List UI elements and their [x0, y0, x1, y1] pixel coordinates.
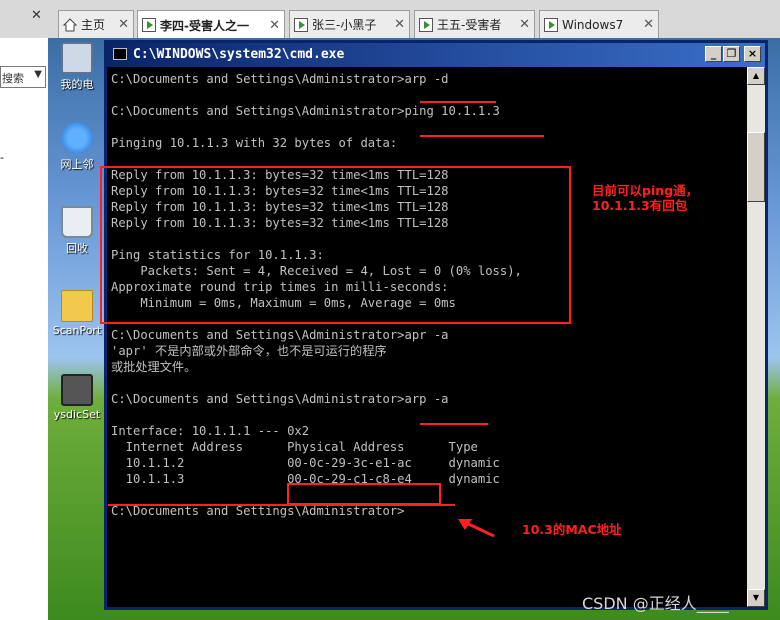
console-line: Approximate round trip times in milli-se…: [111, 280, 449, 294]
vm-tab-bar: ✕ 主页 ✕ 李四-受害人之一 ✕ 张三-小黑子 ✕ 王五-受害者 ✕ Wind…: [0, 0, 780, 39]
tab-label: Windows7: [562, 17, 624, 32]
console-line: Reply from 10.1.1.3: bytes=32 time<1ms T…: [111, 200, 449, 214]
desktop-icon-ysdicset[interactable]: ysdicSet: [48, 374, 106, 421]
scrollbar-thumb[interactable]: [747, 132, 765, 202]
vm-icon: [294, 17, 308, 32]
console-line: 10.1.1.3 00-0c-29-c1-c8-e4 dynamic: [111, 472, 500, 486]
home-icon: [62, 17, 78, 32]
cmd-window-title: C:\WINDOWS\system32\cmd.exe: [133, 47, 345, 62]
console-line: Packets: Sent = 4, Received = 4, Lost = …: [111, 264, 522, 278]
console-line: Interface: 10.1.1.1 --- 0x2: [111, 424, 310, 438]
console-line: C:\Documents and Settings\Administrator>…: [111, 328, 449, 342]
tab-windows7[interactable]: Windows7 ✕: [539, 10, 659, 38]
tab-label: 张三-小黑子: [312, 18, 377, 32]
scroll-down-icon[interactable]: ▼: [747, 589, 765, 607]
folder-icon: [61, 290, 93, 322]
console-line: C:\Documents and Settings\Administrator>…: [111, 104, 500, 118]
vm-icon: [419, 17, 433, 32]
console-line: Minimum = 0ms, Maximum = 0ms, Average = …: [111, 296, 456, 310]
console-line: Ping statistics for 10.1.1.3:: [111, 248, 324, 262]
console-line: 或批处理文件。: [111, 360, 197, 374]
cmd-app-icon[interactable]: [113, 48, 127, 60]
recycle-bin-icon: [61, 206, 93, 238]
tab-label: 李四-受害人之一: [160, 18, 249, 33]
console-scrollbar[interactable]: ▲ ▼: [747, 67, 765, 607]
library-search-input[interactable]: 搜索 ▼: [0, 66, 46, 88]
console-line: Reply from 10.1.1.3: bytes=32 time<1ms T…: [111, 184, 449, 198]
console-line: 10.1.1.2 00-0c-29-3c-e1-ac dynamic: [111, 456, 500, 470]
mac-annotation: 10.3的MAC地址: [522, 522, 622, 537]
collapse-marker: -: [0, 151, 4, 164]
desktop-icon-label: 网上邻: [60, 158, 94, 171]
tab-lisi-victim[interactable]: 李四-受害人之一 ✕: [137, 10, 285, 39]
console-line: Pinging 10.1.1.3 with 32 bytes of data:: [111, 136, 398, 150]
tab-close-icon[interactable]: ✕: [643, 17, 654, 32]
tab-wangwu[interactable]: 王五-受害者 ✕: [414, 10, 535, 38]
console-line: 'apr' 不是内部或外部命令，也不是可运行的程序: [111, 344, 387, 358]
tab-close-icon[interactable]: ✕: [118, 17, 129, 32]
search-label: 搜索: [2, 72, 24, 85]
desktop-icon-network[interactable]: 网上邻: [48, 122, 106, 172]
maximize-button[interactable]: ❐: [723, 46, 740, 62]
cmd-window[interactable]: C:\WINDOWS\system32\cmd.exe _ ❐ × C:\Doc…: [104, 40, 768, 610]
device-icon: [61, 374, 93, 406]
cmd-title-bar[interactable]: C:\WINDOWS\system32\cmd.exe _ ❐ ×: [107, 43, 765, 67]
tab-zhangsan[interactable]: 张三-小黑子 ✕: [289, 10, 410, 38]
minimize-button[interactable]: _: [705, 46, 722, 62]
my-computer-icon: [61, 42, 93, 74]
desktop-icon-scanport[interactable]: ScanPort: [48, 290, 106, 337]
network-places-icon: [61, 122, 93, 154]
tab-label: 主页: [81, 18, 106, 32]
tab-close-icon[interactable]: ✕: [519, 17, 530, 32]
chevron-down-icon[interactable]: ▼: [34, 69, 42, 80]
console-line: Reply from 10.1.1.3: bytes=32 time<1ms T…: [111, 168, 449, 182]
desktop-icon-my-computer[interactable]: 我的电: [48, 42, 106, 92]
tab-home[interactable]: 主页 ✕: [58, 10, 134, 38]
ping-annotation: 目前可以ping通， 10.1.1.3有回包: [592, 183, 699, 213]
vm-icon: [544, 17, 558, 32]
console-line: Reply from 10.1.1.3: bytes=32 time<1ms T…: [111, 216, 449, 230]
desktop-icon-label: 我的电: [60, 78, 94, 91]
host-library-panel: 搜索 ▼ -: [0, 38, 49, 620]
tab-close-icon[interactable]: ✕: [394, 17, 405, 32]
desktop-icon-recycle-bin[interactable]: 回收: [48, 206, 106, 256]
console-output[interactable]: C:\Documents and Settings\Administrator>…: [107, 67, 747, 607]
console-line: C:\Documents and Settings\Administrator>: [111, 504, 405, 518]
close-icon[interactable]: ✕: [31, 8, 42, 23]
scroll-up-icon[interactable]: ▲: [747, 67, 765, 85]
desktop-icon-label: ysdicSet: [53, 408, 101, 421]
tab-close-icon[interactable]: ✕: [269, 18, 280, 33]
console-line: C:\Documents and Settings\Administrator>…: [111, 392, 449, 406]
vm-icon: [142, 18, 156, 32]
close-button[interactable]: ×: [744, 46, 761, 62]
csdn-watermark: CSDN @正经人____: [582, 594, 729, 613]
desktop-icon-label: 回收: [66, 242, 88, 255]
tab-label: 王五-受害者: [437, 18, 502, 32]
console-line: Internet Address Physical Address Type: [111, 440, 478, 454]
console-line: C:\Documents and Settings\Administrator>…: [111, 72, 449, 86]
desktop-icon-label: ScanPort: [52, 324, 102, 337]
